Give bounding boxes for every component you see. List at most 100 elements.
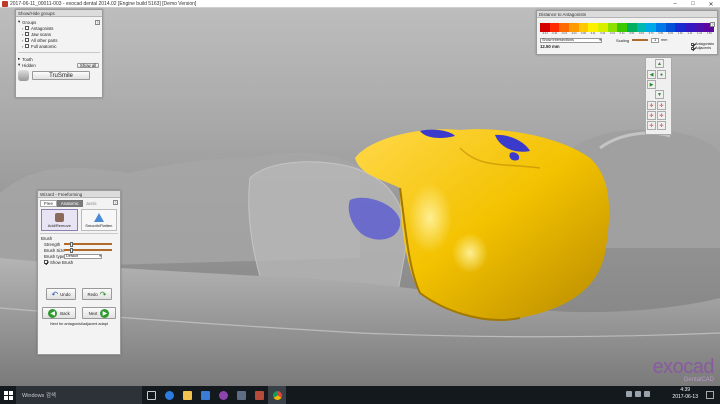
brush-size-slider-thumb[interactable] bbox=[69, 247, 73, 253]
file-explorer-icon[interactable] bbox=[178, 386, 196, 404]
distance-color-scale bbox=[540, 23, 715, 32]
tab-anatomic[interactable]: Anatomic bbox=[56, 200, 83, 207]
antagonists-checkbox[interactable] bbox=[25, 26, 29, 30]
wizard-help-button[interactable]: ? bbox=[113, 200, 118, 205]
exocad-icon[interactable] bbox=[250, 386, 268, 404]
close-button[interactable]: ✕ bbox=[702, 0, 720, 8]
smooth-flatten-tool[interactable]: Smooth/Flatten bbox=[80, 209, 117, 231]
strength-slider-thumb[interactable] bbox=[69, 241, 73, 247]
distance-scale-values: -0.41 -0.31 -0.21 -0.11 0.00 0.11 0.21 0.31 0.41… bbox=[540, 32, 714, 35]
other-parts-checkbox[interactable] bbox=[25, 38, 29, 42]
center-icon: ● bbox=[659, 71, 664, 78]
maximize-button[interactable]: □ bbox=[684, 0, 702, 8]
scale-swatch bbox=[675, 23, 686, 32]
wizard-panel: Wizard - Freeforming ? Free Anatomic Jus… bbox=[37, 190, 121, 355]
scale-swatch bbox=[656, 23, 666, 32]
brush-type-select[interactable]: Default ▾ bbox=[64, 253, 102, 259]
trusmile-button[interactable]: TruSmile bbox=[32, 71, 90, 80]
app2-icon[interactable] bbox=[232, 386, 250, 404]
brush-size-slider[interactable] bbox=[64, 247, 112, 253]
chrome-icon[interactable] bbox=[268, 386, 286, 404]
view-bottom-button[interactable]: ▼ bbox=[655, 90, 664, 99]
notification-icon[interactable] bbox=[706, 391, 714, 399]
jaw-scans-checkbox[interactable] bbox=[25, 32, 29, 36]
view-center-button[interactable]: ● bbox=[657, 70, 666, 79]
show-brush-row[interactable]: Show Brush bbox=[38, 259, 120, 265]
view-left-button[interactable]: ◀ bbox=[647, 70, 656, 79]
back-button[interactable]: ◀ Back bbox=[42, 307, 76, 319]
wizard-status: Next for antagonist/adjacent adapt bbox=[50, 322, 108, 326]
network-icon[interactable] bbox=[626, 391, 632, 397]
rotate-view-button-6[interactable]: ✛ bbox=[657, 121, 666, 130]
start-button[interactable] bbox=[0, 386, 16, 404]
adjacents-label: Adjacents bbox=[695, 46, 712, 50]
tooth-label: Tooth bbox=[22, 56, 33, 62]
intersections-select[interactable]: Show intersections ▾ bbox=[540, 37, 602, 43]
scale-value: 0.61 bbox=[639, 32, 645, 35]
show-brush-checkbox[interactable] bbox=[44, 260, 48, 264]
scale-value: 1.01 bbox=[677, 32, 683, 35]
next-button[interactable]: Next ▶ bbox=[82, 307, 116, 319]
show-all-button[interactable]: Show all bbox=[77, 62, 99, 68]
smooth-flatten-label: Smooth/Flatten bbox=[85, 222, 113, 228]
groups-label: Groups bbox=[22, 19, 37, 25]
chevron-down-icon[interactable]: ▾ bbox=[18, 62, 20, 68]
chevron-down-icon[interactable]: ▾ bbox=[18, 19, 20, 25]
groups-panel-header: Show/Hide groups bbox=[16, 10, 102, 17]
scaling-input[interactable]: 1 bbox=[651, 37, 660, 43]
task-view-icon[interactable] bbox=[142, 386, 160, 404]
edge-icon[interactable] bbox=[160, 386, 178, 404]
distance-help-button[interactable]: ? bbox=[710, 22, 715, 27]
scale-value: 0.91 bbox=[668, 32, 674, 35]
exocad-logo: exocad DentalCAD bbox=[653, 357, 715, 383]
view-right-button[interactable]: ▶ bbox=[647, 80, 656, 89]
scaling-slider[interactable] bbox=[632, 39, 649, 41]
rotate-view-button-1[interactable]: ✛ bbox=[647, 101, 656, 110]
scale-value: 1.11 bbox=[687, 32, 693, 35]
groups-help-button[interactable]: ? bbox=[95, 19, 100, 25]
scale-value: 0.71 bbox=[648, 32, 654, 35]
smooth-flatten-icon bbox=[93, 212, 104, 222]
minimize-button[interactable]: – bbox=[666, 0, 684, 8]
divider bbox=[40, 233, 118, 234]
rotate-view-button-4[interactable]: ✛ bbox=[657, 111, 666, 120]
navigation-row: ◀ Back Next ▶ bbox=[38, 307, 120, 319]
taskbar-clock[interactable]: 4:39 2017-06-13 bbox=[672, 387, 698, 401]
group-item-full-anatomic[interactable]: › Full anatomic bbox=[22, 43, 102, 49]
windows-logo-icon bbox=[3, 390, 13, 400]
app1-icon[interactable] bbox=[214, 386, 232, 404]
scale-swatch bbox=[598, 23, 608, 32]
undo-button[interactable]: ↶ Undo bbox=[46, 288, 76, 300]
arrow-down-icon: ▼ bbox=[657, 91, 662, 98]
scale-swatch bbox=[569, 23, 579, 32]
rotate-view-button-2[interactable]: ✛ bbox=[657, 101, 666, 110]
store-icon[interactable] bbox=[196, 386, 214, 404]
scaling-unit: mm bbox=[661, 38, 668, 42]
full-anatomic-checkbox[interactable] bbox=[25, 44, 29, 48]
add-remove-icon bbox=[54, 212, 64, 222]
scale-swatch bbox=[636, 23, 647, 32]
strength-slider[interactable] bbox=[64, 241, 112, 247]
scale-value: -0.21 bbox=[561, 32, 568, 35]
language-icon[interactable] bbox=[644, 391, 650, 397]
tab-justic[interactable]: Justic bbox=[83, 200, 100, 207]
adjacents-checkbox[interactable] bbox=[691, 46, 695, 50]
antagonists-checkbox[interactable] bbox=[691, 42, 695, 46]
undo-redo-row: ↶ Undo Redo ↷ bbox=[38, 288, 120, 300]
rotate-icon: ✛ bbox=[649, 112, 654, 119]
tool-buttons: Add/Remove Smooth/Flatten bbox=[41, 209, 117, 231]
window-title: 2017-06-11_00011-003 - exocad dental 201… bbox=[10, 0, 197, 7]
redo-button[interactable]: Redo ↷ bbox=[82, 288, 112, 300]
volume-icon[interactable] bbox=[635, 391, 641, 397]
add-remove-tool[interactable]: Add/Remove bbox=[41, 209, 78, 231]
tab-free[interactable]: Free bbox=[40, 200, 57, 207]
rotate-view-button-5[interactable]: ✛ bbox=[647, 121, 656, 130]
rotate-view-button-3[interactable]: ✛ bbox=[647, 111, 656, 120]
view-top-button[interactable]: ▲ bbox=[655, 59, 664, 68]
scale-value: 0.41 bbox=[619, 32, 625, 35]
arrow-left-icon: ◀ bbox=[48, 308, 58, 318]
scale-value: -0.11 bbox=[570, 32, 577, 35]
crown-highlight bbox=[408, 183, 452, 253]
taskbar-search[interactable]: Windows 검색 bbox=[16, 386, 142, 404]
adjacents-toggle[interactable]: Adjacents bbox=[691, 46, 714, 50]
